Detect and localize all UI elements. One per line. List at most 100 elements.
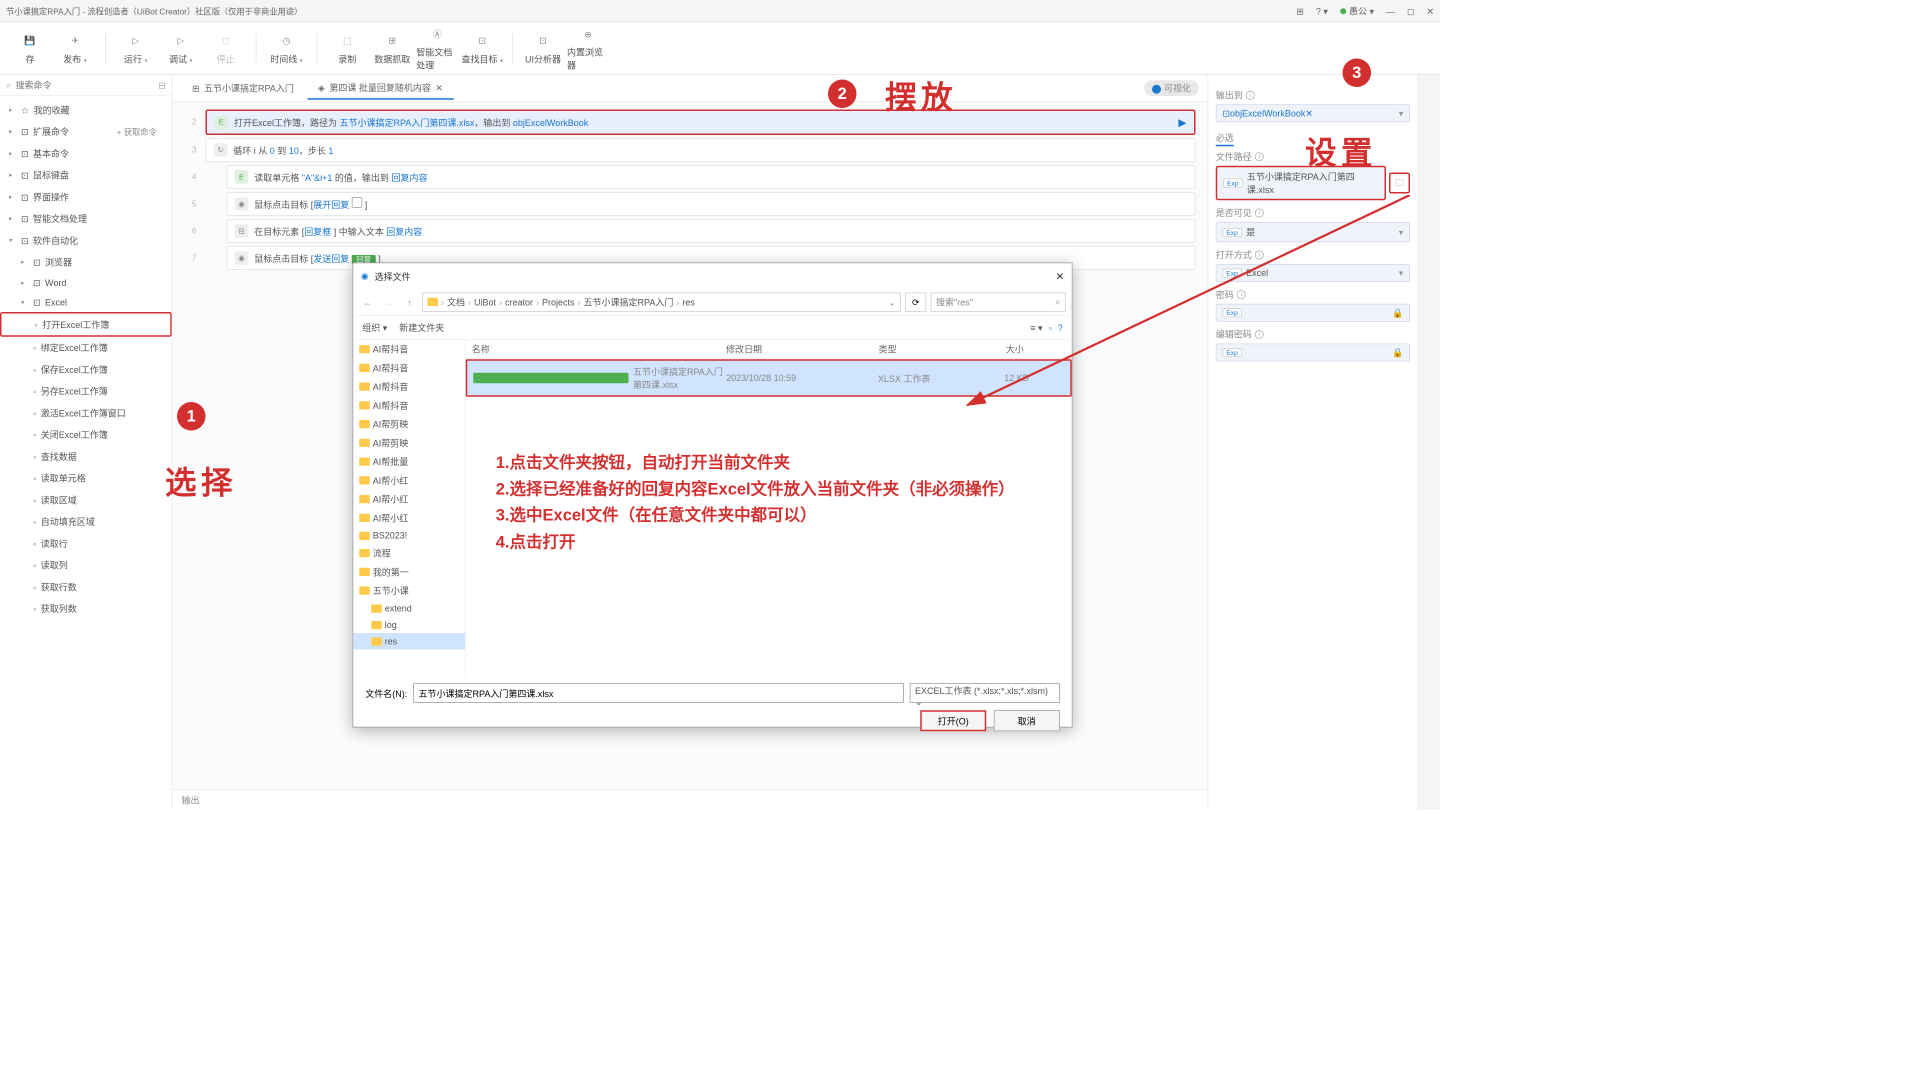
- address-bar[interactable]: ›文档 ›UiBot ›creator ›Projects ›五节小课搞定RPA…: [422, 292, 901, 312]
- dialog-tree-item[interactable]: AI帮小红: [353, 471, 465, 490]
- dialog-tree-item[interactable]: AI帮批量: [353, 452, 465, 471]
- docai-button[interactable]: Ⓐ智能文档处理: [416, 26, 458, 71]
- nav-up-button[interactable]: ↑: [401, 294, 418, 311]
- output-bar[interactable]: 输出: [173, 789, 1208, 810]
- dialog-tree-item[interactable]: AI帮剪映: [353, 415, 465, 434]
- tree-ui[interactable]: ▸⊡ 界面操作: [0, 186, 172, 208]
- apps-icon[interactable]: ⊞: [1296, 6, 1304, 17]
- editpassword-field[interactable]: Exp🔒: [1216, 344, 1410, 362]
- dialog-close-button[interactable]: ✕: [1055, 270, 1064, 283]
- findtarget-button[interactable]: ⊡查找目标 ▾: [461, 26, 503, 71]
- tab-project[interactable]: ⊞ 五节小课搞定RPA入门: [182, 77, 305, 99]
- dialog-tree-item[interactable]: AI帮小红: [353, 490, 465, 509]
- tree-favorites[interactable]: ▸☆ 我的收藏: [0, 99, 172, 121]
- play-icon[interactable]: ▶: [1178, 116, 1186, 129]
- tab-flow[interactable]: ◈ 第四课 批量回复随机内容 ✕: [307, 77, 453, 100]
- file-row-selected[interactable]: 五节小课搞定RPA入门第四课.xlsx 2023/10/28 10:59XLSX…: [466, 359, 1072, 397]
- save-button[interactable]: 💾存: [9, 26, 51, 71]
- dialog-search[interactable]: 搜索"res"⌕: [931, 292, 1066, 312]
- tree-basiccmd[interactable]: ▸⊡ 基本命令: [0, 143, 172, 165]
- dialog-tree-item[interactable]: AI帮抖音: [353, 396, 465, 415]
- tree-excel-fillrange[interactable]: ◦ 自动填充区域: [0, 511, 172, 533]
- publish-button[interactable]: ✈发布 ▾: [54, 26, 96, 71]
- dialog-tree-item[interactable]: BS2023!: [353, 527, 465, 544]
- refresh-button[interactable]: ⟳: [905, 292, 926, 312]
- dialog-tree-item[interactable]: AI帮抖音: [353, 340, 465, 359]
- browse-folder-button[interactable]: 🗀: [1389, 173, 1410, 194]
- debug-button[interactable]: ▷调试 ▾: [160, 26, 202, 71]
- tree-automation[interactable]: ▾⊡ 软件自动化: [0, 230, 172, 252]
- collapse-icon[interactable]: ⊟: [158, 80, 166, 91]
- cancel-button[interactable]: 取消: [994, 710, 1060, 731]
- dialog-tree-item[interactable]: AI帮小红: [353, 509, 465, 528]
- dialog-tree-item[interactable]: 流程: [353, 544, 465, 563]
- uianalyzer-button[interactable]: ⊡UI分析器: [522, 26, 564, 71]
- dialog-tree-item[interactable]: AI帮抖音: [353, 377, 465, 396]
- annotation-instructions: 1.点击文件夹按钮，自动打开当前文件夹 2.选择已经准备好的回复内容Excel文…: [496, 449, 1072, 555]
- dialog-tree-item[interactable]: 五节小课: [353, 581, 465, 600]
- dialog-tree-item[interactable]: AI帮剪映: [353, 434, 465, 453]
- tree-excel-rowcount[interactable]: ◦ 获取行数: [0, 576, 172, 598]
- tree-word[interactable]: ▸⊡ Word: [0, 273, 172, 293]
- minimize-button[interactable]: —: [1386, 6, 1395, 17]
- visible-field[interactable]: Exp是▾: [1216, 222, 1410, 242]
- filename-input[interactable]: [413, 683, 904, 703]
- tree-excel-activate[interactable]: ◦ 激活Excel工作簿窗口: [0, 402, 172, 424]
- output-var-field[interactable]: ⊡ objExcelWorkBook ✕▾: [1216, 104, 1410, 122]
- help-icon[interactable]: ? ▾: [1316, 6, 1328, 17]
- tree-excel-save[interactable]: ◦ 保存Excel工作簿: [0, 359, 172, 381]
- tree-excel-readcell[interactable]: ◦ 读取单元格: [0, 467, 172, 489]
- run-button[interactable]: ▷运行 ▾: [115, 26, 157, 71]
- help-button[interactable]: ?: [1058, 322, 1063, 333]
- timeline-button[interactable]: ◷时间线 ▾: [266, 26, 308, 71]
- titlebar: 节小课搞定RPA入门 - 流程创造者（UiBot Creator）社区版（仅用于…: [0, 0, 1440, 23]
- tree-docai[interactable]: ▸⊡ 智能文档处理: [0, 208, 172, 230]
- step-readcell[interactable]: E 读取单元格 "A"&i+1 的值，输出到 回复内容: [227, 165, 1196, 189]
- browser-button[interactable]: ⊕内置浏览器: [567, 26, 609, 71]
- tree-excel-find[interactable]: ◦ 查找数据: [0, 446, 172, 468]
- tree-excel-readcol[interactable]: ◦ 读取列: [0, 554, 172, 576]
- close-button[interactable]: ✕: [1426, 6, 1434, 17]
- visualize-toggle[interactable]: 可视化: [1144, 80, 1198, 96]
- tree-excel-close[interactable]: ◦ 关闭Excel工作簿: [0, 424, 172, 446]
- tree-excel-open[interactable]: ◦ 打开Excel工作簿: [0, 312, 172, 337]
- search-input[interactable]: [16, 80, 154, 91]
- tree-excel-readrange[interactable]: ◦ 读取区域: [0, 489, 172, 511]
- datacapture-button[interactable]: ⊞数据抓取: [371, 26, 413, 71]
- tree-excel-readrow[interactable]: ◦ 读取行: [0, 533, 172, 555]
- tree-excel-bind[interactable]: ◦ 绑定Excel工作簿: [0, 337, 172, 359]
- step-open-excel[interactable]: E 打开Excel工作簿，路径为 五节小课搞定RPA入门第四课.xlsx，输出到…: [206, 110, 1196, 136]
- dialog-tree-item[interactable]: 我的第一: [353, 563, 465, 582]
- password-field[interactable]: Exp🔒: [1216, 304, 1410, 322]
- line-number: 3: [179, 146, 206, 155]
- user-menu[interactable]: 愚公 ▾: [1340, 5, 1374, 18]
- dialog-file-list: 名称修改日期类型大小 五节小课搞定RPA入门第四课.xlsx 2023/10/2…: [466, 340, 1072, 676]
- newfolder-button[interactable]: 新建文件夹: [399, 321, 444, 334]
- nav-forward-button[interactable]: →: [380, 294, 397, 311]
- preview-button[interactable]: ▫: [1049, 322, 1052, 333]
- tree-mousekb[interactable]: ▸⊡ 鼠标键盘: [0, 164, 172, 186]
- stop-button[interactable]: ◻停止: [205, 26, 247, 71]
- dialog-tree-item[interactable]: res: [353, 633, 465, 650]
- openmode-field[interactable]: ExpExcel▾: [1216, 264, 1410, 282]
- tree-excel-saveas[interactable]: ◦ 另存Excel工作簿: [0, 380, 172, 402]
- step-click1[interactable]: ◉ 鼠标点击目标 [展开回复 ]: [227, 192, 1196, 216]
- get-command-link[interactable]: + 获取命令: [117, 126, 157, 138]
- step-input[interactable]: ⊟ 在目标元素 [回复框 ] 中输入文本 回复内容: [227, 219, 1196, 243]
- record-button[interactable]: ⬚录制: [326, 26, 368, 71]
- maximize-button[interactable]: ◻: [1407, 6, 1414, 17]
- dialog-tree-item[interactable]: extend: [353, 600, 465, 617]
- tree-excel-colcount[interactable]: ◦ 获取列数: [0, 598, 172, 620]
- tree-browser[interactable]: ▸⊡ 浏览器: [0, 251, 172, 273]
- nav-back-button[interactable]: ←: [359, 294, 376, 311]
- organize-button[interactable]: 组织 ▾: [362, 321, 387, 334]
- tree-excel[interactable]: ▾⊡ Excel: [0, 293, 172, 313]
- dialog-tree-item[interactable]: AI帮抖音: [353, 359, 465, 378]
- view-button[interactable]: ≡ ▾: [1030, 322, 1042, 333]
- file-filter-select[interactable]: EXCEL工作表 (*.xlsx;*.xls;*.xlsm) ⌄: [910, 683, 1060, 703]
- open-button[interactable]: 打开(O): [920, 710, 986, 731]
- step-loop[interactable]: ↻ 循环 i 从 0 到 10，步长 1: [206, 138, 1196, 162]
- tree-extcmd[interactable]: ▸⊡ 扩展命令+ 获取命令: [0, 121, 172, 143]
- dialog-tree-item[interactable]: log: [353, 617, 465, 634]
- input-icon: ⊟: [235, 224, 249, 238]
